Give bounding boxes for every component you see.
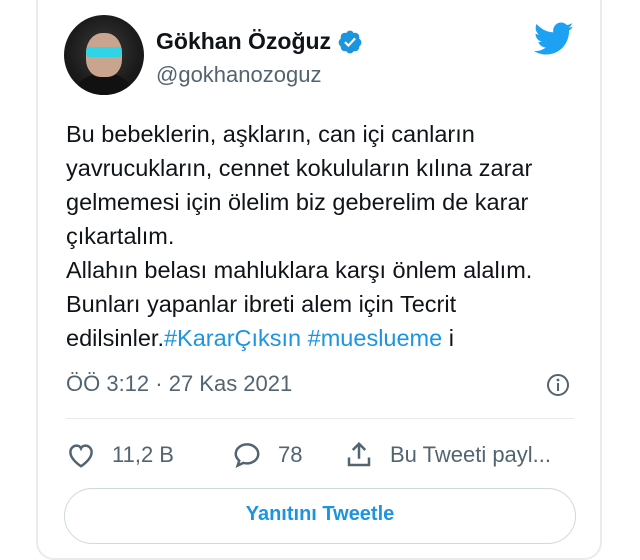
author-handle[interactable]: @gokhanozoguz	[156, 62, 321, 88]
verified-badge-icon	[338, 30, 362, 54]
divider	[66, 418, 574, 419]
hashtag-link[interactable]: #KararÇıksın	[164, 325, 301, 351]
share-label: Bu Tweeti payl...	[390, 442, 552, 467]
tweet-line: yavrucukların, cennet kokuluların kılına…	[66, 155, 533, 181]
tweet-line: edilsinler.	[66, 325, 164, 351]
tweet-line-tail: i	[442, 325, 454, 351]
comment-button[interactable]: 78	[232, 438, 302, 472]
tweet-line: Bunları yapanlar ibreti alem için Tecrit	[66, 291, 457, 317]
hashtag-link[interactable]: #mueslueme	[308, 325, 443, 351]
share-button[interactable]: Bu Tweeti payl...	[344, 438, 551, 472]
like-count: 11,2 B	[112, 442, 174, 467]
like-button[interactable]: 11,2 B	[66, 438, 174, 472]
tweet-line: çıkartalım.	[66, 223, 175, 249]
comment-icon	[234, 443, 260, 469]
reply-tweet-button[interactable]: Yanıtını Tweetle	[64, 488, 576, 544]
tweet-line: Bu bebeklerin, aşkların, can içi canları…	[66, 121, 475, 147]
tweet-line: gelmemesi için ölelim biz geberelim de k…	[66, 189, 529, 215]
tweet-text: Bu bebeklerin, aşkların, can içi canları…	[66, 117, 586, 355]
avatar[interactable]	[64, 15, 144, 95]
twitter-bird-icon[interactable]	[534, 22, 574, 56]
heart-icon	[69, 444, 93, 468]
tweet-line: Allahın belası mahluklara karşı önlem al…	[66, 257, 533, 283]
share-icon	[347, 441, 371, 467]
info-icon[interactable]	[546, 373, 570, 397]
tweet-timestamp[interactable]: ÖÖ 3:12 · 27 Kas 2021	[66, 371, 292, 397]
comment-count: 78	[278, 442, 303, 467]
author-name[interactable]: Gökhan Özoğuz	[156, 28, 331, 55]
